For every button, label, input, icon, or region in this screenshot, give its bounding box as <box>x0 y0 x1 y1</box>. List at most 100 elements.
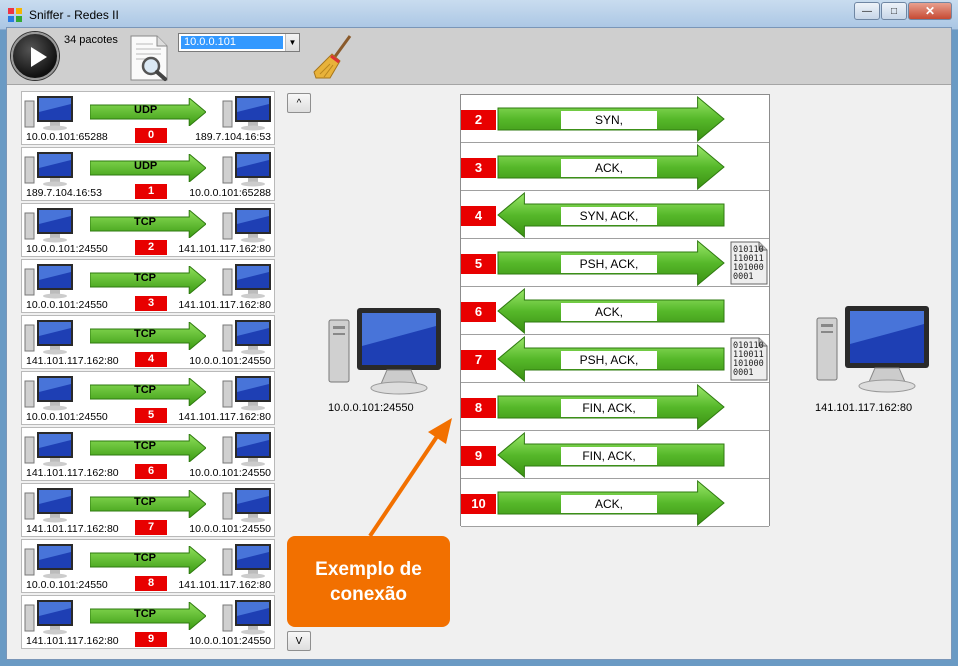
connection-index: 8 <box>461 398 496 418</box>
packet-source: 10.0.0.101:24550 <box>26 579 108 591</box>
computer-icon <box>24 208 73 243</box>
packet-row[interactable]: UDP 10.0.0.101:65288 0 189.7.104.16:53 <box>21 91 275 145</box>
connection-row[interactable]: 2 SYN, <box>461 95 769 143</box>
packet-row[interactable]: TCP 10.0.0.101:24550 2 141.101.117.162:8… <box>21 203 275 257</box>
packet-row[interactable]: TCP 141.101.117.162:80 9 10.0.0.101:2455… <box>21 595 275 649</box>
computer-icon <box>24 264 73 299</box>
packet-source: 141.101.117.162:80 <box>26 523 119 535</box>
computer-icon <box>24 544 73 579</box>
packet-row[interactable]: TCP 10.0.0.101:24550 3 141.101.117.162:8… <box>21 259 275 313</box>
scroll-down-button[interactable]: V <box>287 631 311 651</box>
packet-destination: 189.7.104.16:53 <box>195 131 271 143</box>
connection-index: 7 <box>461 350 496 370</box>
title-bar: Sniffer - Redes II — □ ✕ <box>0 0 958 30</box>
packet-destination: 10.0.0.101:24550 <box>189 355 271 367</box>
packet-destination: 141.101.117.162:80 <box>178 411 271 423</box>
flags-label: PSH, ACK, <box>561 351 657 369</box>
computer-icon <box>24 96 73 131</box>
ip-filter-select[interactable]: 10.0.0.101 ▼ <box>178 33 300 52</box>
maximize-button[interactable]: □ <box>881 2 907 20</box>
packet-index: 6 <box>135 464 167 479</box>
packet-row[interactable]: TCP 141.101.117.162:80 7 10.0.0.101:2455… <box>21 483 275 537</box>
connection-index: 9 <box>461 446 496 466</box>
packet-row[interactable]: TCP 10.0.0.101:24550 5 141.101.117.162:8… <box>21 371 275 425</box>
flags-label: SYN, <box>561 111 657 129</box>
server-computer-icon <box>816 306 929 393</box>
packet-source: 141.101.117.162:80 <box>26 467 119 479</box>
protocol-label: UDP <box>134 104 158 116</box>
packet-index: 0 <box>135 128 167 143</box>
flags-label: FIN, ACK, <box>561 447 657 465</box>
protocol-label: TCP <box>134 328 156 340</box>
protocol-label: TCP <box>134 272 156 284</box>
protocol-label: TCP <box>134 496 156 508</box>
packet-index: 3 <box>135 296 167 311</box>
binary-line: 0001 <box>733 368 753 378</box>
flags-label: SYN, ACK, <box>561 207 657 225</box>
packet-row[interactable]: UDP 189.7.104.16:53 1 10.0.0.101:65288 <box>21 147 275 201</box>
connection-row[interactable]: 7 PSH, ACK, 010110 110011 101000 0001 <box>461 335 769 383</box>
scroll-up-button[interactable]: ^ <box>287 93 311 113</box>
computer-icon <box>222 320 271 355</box>
packet-source: 141.101.117.162:80 <box>26 635 119 647</box>
document-search-icon[interactable] <box>127 34 173 82</box>
packet-list[interactable]: UDP 10.0.0.101:65288 0 189.7.104.16:53 U… <box>21 91 275 659</box>
connection-row[interactable]: 6 ACK, <box>461 287 769 335</box>
packet-source: 189.7.104.16:53 <box>26 187 102 199</box>
close-button[interactable]: ✕ <box>908 2 952 20</box>
computer-icon <box>222 264 271 299</box>
minimize-button[interactable]: — <box>854 2 880 20</box>
computer-icon <box>24 376 73 411</box>
packet-source: 10.0.0.101:24550 <box>26 411 108 423</box>
computer-icon <box>24 432 73 467</box>
computer-icon <box>24 152 73 187</box>
packet-index: 7 <box>135 520 167 535</box>
flags-label: ACK, <box>561 159 657 177</box>
packet-index: 2 <box>135 240 167 255</box>
packet-count: 34 pacotes <box>64 34 118 46</box>
connection-panel: 2 SYN, 3 ACK, 4 SYN, ACK, 5 PSH, ACK, 01… <box>460 94 770 527</box>
binary-data-icon: 0101101100111010000001 <box>730 337 768 381</box>
connection-row[interactable]: 9 FIN, ACK, <box>461 431 769 479</box>
play-icon[interactable] <box>11 32 59 80</box>
connection-index: 6 <box>461 302 496 322</box>
toolbar: 34 pacotes 10.0.0.101 ▼ <box>7 28 951 85</box>
packet-destination: 141.101.117.162:80 <box>178 579 271 591</box>
chevron-down-icon[interactable]: ▼ <box>285 34 299 51</box>
connection-index: 5 <box>461 254 496 274</box>
binary-line: 0001 <box>733 272 753 282</box>
computer-icon <box>222 600 271 635</box>
packet-row[interactable]: TCP 141.101.117.162:80 6 10.0.0.101:2455… <box>21 427 275 481</box>
packet-destination: 141.101.117.162:80 <box>178 299 271 311</box>
scroll-up-label: ^ <box>296 97 302 109</box>
packet-row[interactable]: TCP 141.101.117.162:80 4 10.0.0.101:2455… <box>21 315 275 369</box>
packet-destination: 141.101.117.162:80 <box>178 243 271 255</box>
computer-icon <box>222 376 271 411</box>
connection-row[interactable]: 5 PSH, ACK, 010110 110011 101000 0001 <box>461 239 769 287</box>
client-address: 10.0.0.101:24550 <box>328 402 414 414</box>
callout-text: Exemplo de conexão <box>315 558 422 605</box>
callout-arrow <box>368 418 452 538</box>
connection-row[interactable]: 3 ACK, <box>461 143 769 191</box>
packet-row[interactable]: TCP 10.0.0.101:24550 8 141.101.117.162:8… <box>21 539 275 593</box>
packet-source: 10.0.0.101:24550 <box>26 243 108 255</box>
computer-icon <box>24 600 73 635</box>
scroll-down-label: V <box>295 635 303 647</box>
client-computer-icon <box>328 308 441 395</box>
connection-index: 10 <box>461 494 496 514</box>
connection-callout: Exemplo de conexão <box>287 536 450 627</box>
connection-row[interactable]: 8 FIN, ACK, <box>461 383 769 431</box>
packet-source: 141.101.117.162:80 <box>26 355 119 367</box>
protocol-label: TCP <box>134 384 156 396</box>
connection-row[interactable]: 10 ACK, <box>461 479 769 527</box>
window-title: Sniffer - Redes II <box>29 8 119 22</box>
protocol-label: TCP <box>134 608 156 620</box>
broom-icon[interactable] <box>312 34 354 80</box>
computer-icon <box>24 488 73 523</box>
flags-label: PSH, ACK, <box>561 255 657 273</box>
connection-index: 3 <box>461 158 496 178</box>
computer-icon <box>24 320 73 355</box>
flags-label: ACK, <box>561 303 657 321</box>
connection-row[interactable]: 4 SYN, ACK, <box>461 191 769 239</box>
packet-index: 4 <box>135 352 167 367</box>
